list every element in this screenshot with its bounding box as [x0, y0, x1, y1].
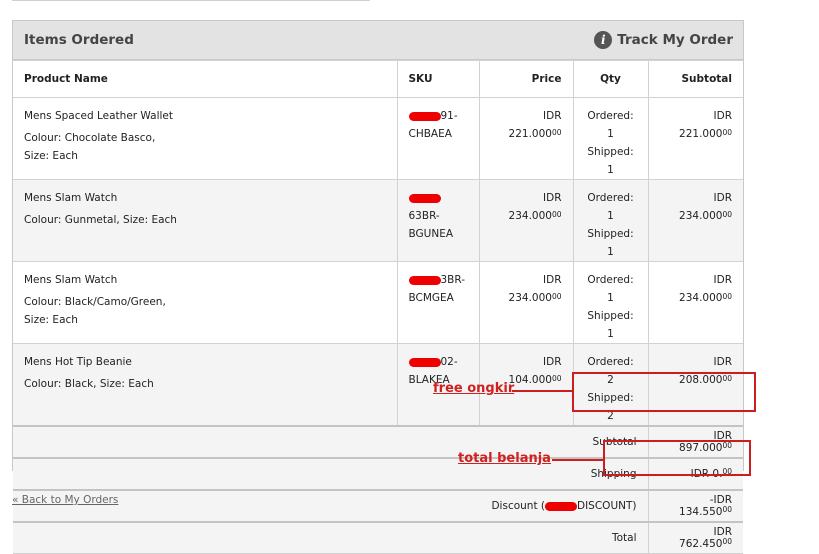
total-label: Total [13, 521, 649, 554]
col-header-price: Price [478, 60, 574, 98]
qty-ordered: Ordered: 1 [587, 110, 634, 140]
annotation-pointer [552, 459, 604, 461]
sku-line-1: 02- [408, 353, 468, 371]
product-name: Mens Hot Tip Beanie [24, 356, 132, 368]
divider [12, 0, 370, 1]
info-icon: i [594, 31, 613, 49]
panel-title: Items Ordered [24, 32, 134, 48]
total-annotation: total belanja [458, 451, 551, 466]
sku-line-1: 91- [408, 107, 468, 125]
items-table: Product Name SKU Price Qty Subtotal Mens… [13, 60, 743, 554]
redaction-mark [408, 357, 441, 367]
annotation-pointer [512, 390, 573, 392]
item-price: IDR 234.00000 [508, 274, 562, 304]
qty-shipped: Shipped: 1 [587, 310, 634, 340]
col-header-subtotal: Subtotal [647, 60, 743, 98]
total-row: Total IDR 762.45000 [13, 521, 743, 554]
qty-shipped: Shipped: 1 [587, 146, 634, 176]
product-name: Mens Spaced Leather Wallet [24, 110, 173, 122]
redaction-mark [408, 111, 441, 121]
product-attributes: Colour: Black, Size: Each [24, 378, 154, 390]
item-subtotal: IDR 234.00000 [679, 274, 732, 304]
product-name: Mens Slam Watch [24, 274, 118, 286]
discount-row: Discount (DISCOUNT) -IDR 134.55000 [13, 489, 743, 523]
track-my-order-link[interactable]: i Track My Order [594, 31, 733, 49]
sku-line-2: BGUNEA [408, 228, 454, 240]
total-highlight-box [603, 440, 751, 476]
table-header-row: Product Name SKU Price Qty Subtotal [13, 60, 743, 98]
discount-value: -IDR 134.55000 [647, 489, 743, 523]
sku-line-1: 3BR- [408, 271, 468, 289]
product-attributes: Colour: Black/Camo/Green, Size: Each [24, 296, 166, 326]
sku-line-1: 63BR- [408, 189, 468, 225]
table-row: Mens Spaced Leather Wallet Colour: Choco… [13, 97, 743, 180]
qty-shipped: Shipped: 1 [587, 228, 634, 258]
redaction-mark [408, 193, 441, 203]
total-value: IDR 762.45000 [647, 521, 743, 554]
product-attributes: Colour: Chocolate Basco, Size: Each [24, 132, 156, 162]
redaction-mark [545, 501, 577, 511]
product-name: Mens Slam Watch [24, 192, 118, 204]
free-shipping-annotation: free ongkir [433, 381, 515, 396]
table-row: Mens Slam Watch Colour: Gunmetal, Size: … [13, 179, 743, 262]
sku-line-2: BCMGEA [408, 292, 454, 304]
item-subtotal: IDR 234.00000 [679, 192, 732, 222]
item-subtotal: IDR 221.00000 [679, 110, 732, 140]
shipping-highlight-box [572, 372, 756, 412]
track-my-order-label: Track My Order [617, 32, 733, 48]
redaction-mark [408, 275, 441, 285]
col-header-qty: Qty [572, 60, 649, 98]
item-price: IDR 221.00000 [508, 110, 562, 140]
qty-ordered: Ordered: 1 [587, 274, 634, 304]
panel-header: Items Ordered i Track My Order [13, 21, 743, 60]
shipping-label: Shipping [13, 457, 649, 491]
product-attributes: Colour: Gunmetal, Size: Each [24, 214, 177, 226]
table-row: Mens Slam Watch Colour: Black/Camo/Green… [13, 261, 743, 344]
back-to-orders-link[interactable]: « Back to My Orders [12, 494, 118, 506]
sku-line-2: CHBAEA [408, 128, 452, 140]
qty-ordered: Ordered: 1 [587, 192, 634, 222]
col-header-sku: SKU [396, 60, 480, 98]
subtotal-label: Subtotal [13, 425, 649, 459]
col-header-product-name: Product Name [13, 60, 398, 98]
item-price: IDR 234.00000 [508, 192, 562, 222]
